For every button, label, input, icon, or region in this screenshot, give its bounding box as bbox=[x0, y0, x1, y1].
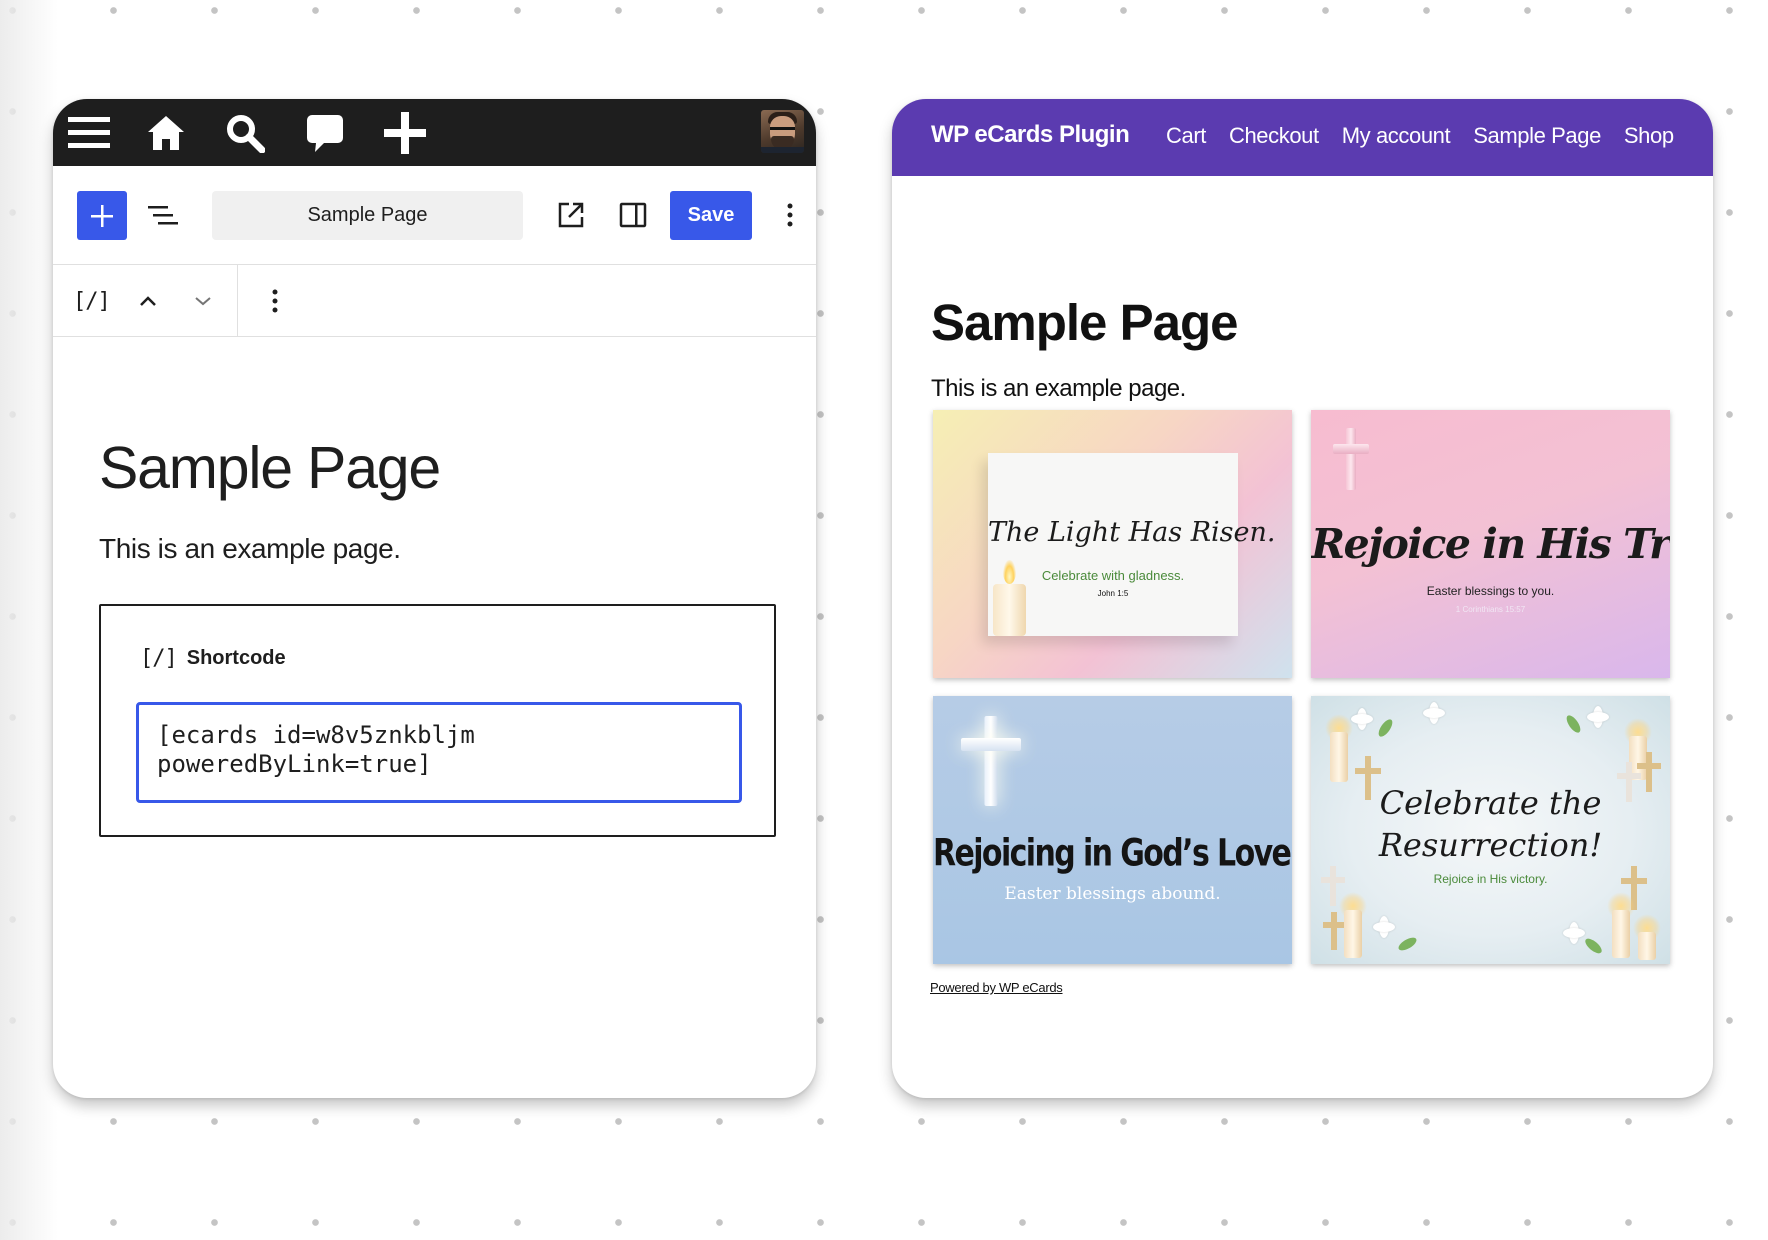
ecard-headline: Rejoice in His Triumph! bbox=[1311, 520, 1670, 568]
ecard-subtext: Rejoice in His victory. bbox=[1433, 872, 1548, 886]
block-editor-panel: Sample Page Save [/] Sample Page This is… bbox=[53, 99, 816, 1098]
site-nav: Cart Checkout My account Sample Page Sho… bbox=[1166, 123, 1674, 149]
comment-icon[interactable] bbox=[300, 108, 350, 158]
ecard-subtext: Easter blessings to you. bbox=[1426, 584, 1555, 598]
editor-toolbar: Sample Page Save bbox=[53, 166, 816, 265]
candle-flame-icon bbox=[1003, 560, 1016, 584]
shortcode-block[interactable]: [/] Shortcode [ecards id=w8v5znkbljm pow… bbox=[99, 604, 776, 837]
ecard-headline: Celebrate the Resurrection! bbox=[1311, 782, 1670, 866]
ecard-celebrate-resurrection[interactable]: Celebrate the Resurrection! Rejoice in H… bbox=[1311, 696, 1670, 964]
settings-sidebar-icon[interactable] bbox=[615, 197, 651, 233]
site-title[interactable]: WP eCards Plugin bbox=[931, 121, 1130, 149]
plus-icon bbox=[91, 204, 113, 227]
shortcode-icon: [/] bbox=[140, 646, 178, 671]
ecard-rejoice-triumph[interactable]: Rejoice in His Triumph! Easter blessings… bbox=[1311, 410, 1670, 678]
nav-link-cart[interactable]: Cart bbox=[1166, 123, 1206, 149]
candle-icon bbox=[1638, 932, 1656, 960]
nav-link-checkout[interactable]: Checkout bbox=[1229, 123, 1319, 149]
lily-icon bbox=[1351, 708, 1373, 730]
nav-link-shop[interactable]: Shop bbox=[1624, 123, 1674, 149]
cross-icon bbox=[1333, 428, 1369, 490]
lily-icon bbox=[1373, 916, 1395, 938]
toolbar-divider bbox=[237, 265, 238, 337]
ecard-subtext: Celebrate with gladness. bbox=[1041, 568, 1185, 583]
chevron-up-icon bbox=[140, 296, 156, 306]
lily-icon bbox=[1423, 702, 1445, 724]
document-title-bar[interactable]: Sample Page bbox=[212, 191, 523, 240]
chevron-down-icon bbox=[195, 297, 211, 306]
move-up-button[interactable] bbox=[133, 283, 163, 319]
ecard-reference: 1 Corinthians 15:57 bbox=[1455, 605, 1526, 614]
site-preview-panel: WP eCards Plugin Cart Checkout My accoun… bbox=[892, 99, 1713, 1098]
search-icon[interactable] bbox=[220, 108, 270, 158]
shortcode-icon: [/] bbox=[73, 288, 111, 314]
candle-icon bbox=[993, 584, 1026, 636]
options-menu-icon bbox=[272, 289, 278, 313]
cross-icon bbox=[961, 716, 1021, 806]
save-button[interactable]: Save bbox=[670, 191, 752, 240]
move-down-button[interactable] bbox=[188, 283, 218, 319]
candle-icon bbox=[1330, 732, 1348, 782]
lily-icon bbox=[1563, 922, 1585, 944]
page-edge-shade bbox=[0, 0, 58, 1240]
options-menu-icon[interactable] bbox=[772, 197, 808, 233]
page-paragraph[interactable]: This is an example page. bbox=[99, 533, 401, 565]
candle-icon bbox=[1344, 910, 1362, 958]
ecard-headline-line: Resurrection! bbox=[1378, 826, 1603, 864]
leaf-icon bbox=[1564, 713, 1583, 735]
ecard-light-has-risen[interactable]: The Light Has Risen. Celebrate with glad… bbox=[933, 410, 1292, 678]
lily-icon bbox=[1587, 706, 1609, 728]
ecard-headline: The Light Has Risen. bbox=[988, 517, 1276, 548]
page-title[interactable]: Sample Page bbox=[99, 434, 441, 502]
menu-icon[interactable] bbox=[64, 108, 114, 158]
nav-link-my-account[interactable]: My account bbox=[1342, 123, 1451, 149]
home-icon[interactable] bbox=[141, 108, 191, 158]
site-header: WP eCards Plugin Cart Checkout My accoun… bbox=[892, 99, 1713, 176]
plus-icon[interactable] bbox=[380, 108, 430, 158]
leaf-icon bbox=[1376, 717, 1395, 739]
shortcode-label-text: Shortcode bbox=[186, 647, 286, 669]
shortcode-block-label: [/] Shortcode bbox=[140, 646, 286, 671]
block-type-button[interactable]: [/] bbox=[73, 283, 111, 319]
view-page-icon[interactable] bbox=[553, 197, 589, 233]
leaf-icon bbox=[1396, 935, 1419, 953]
user-avatar[interactable] bbox=[761, 110, 804, 153]
document-overview-icon[interactable] bbox=[145, 197, 181, 233]
add-block-button[interactable] bbox=[77, 191, 127, 240]
page-paragraph: This is an example page. bbox=[931, 375, 1186, 402]
ecard-headline: Rejoicing in God’s Love. bbox=[933, 831, 1292, 876]
ecard-headline-line: Celebrate the bbox=[1379, 784, 1602, 822]
leaf-icon bbox=[1582, 936, 1605, 956]
admin-bar bbox=[53, 99, 816, 166]
shortcode-input[interactable]: [ecards id=w8v5znkbljm poweredByLink=tru… bbox=[136, 702, 742, 803]
page-title: Sample Page bbox=[931, 294, 1238, 351]
ecard-subtext: Easter blessings abound. bbox=[1004, 884, 1221, 904]
powered-by-link[interactable]: Powered by WP eCards bbox=[930, 980, 1063, 995]
candle-icon bbox=[1612, 910, 1630, 958]
block-toolbar: [/] bbox=[53, 265, 816, 337]
block-options-button[interactable] bbox=[265, 283, 285, 319]
ecard-rejoicing-gods-love[interactable]: Rejoicing in God’s Love. Easter blessing… bbox=[933, 696, 1292, 964]
cross-icon bbox=[1323, 912, 1345, 950]
nav-link-sample-page[interactable]: Sample Page bbox=[1473, 123, 1601, 149]
